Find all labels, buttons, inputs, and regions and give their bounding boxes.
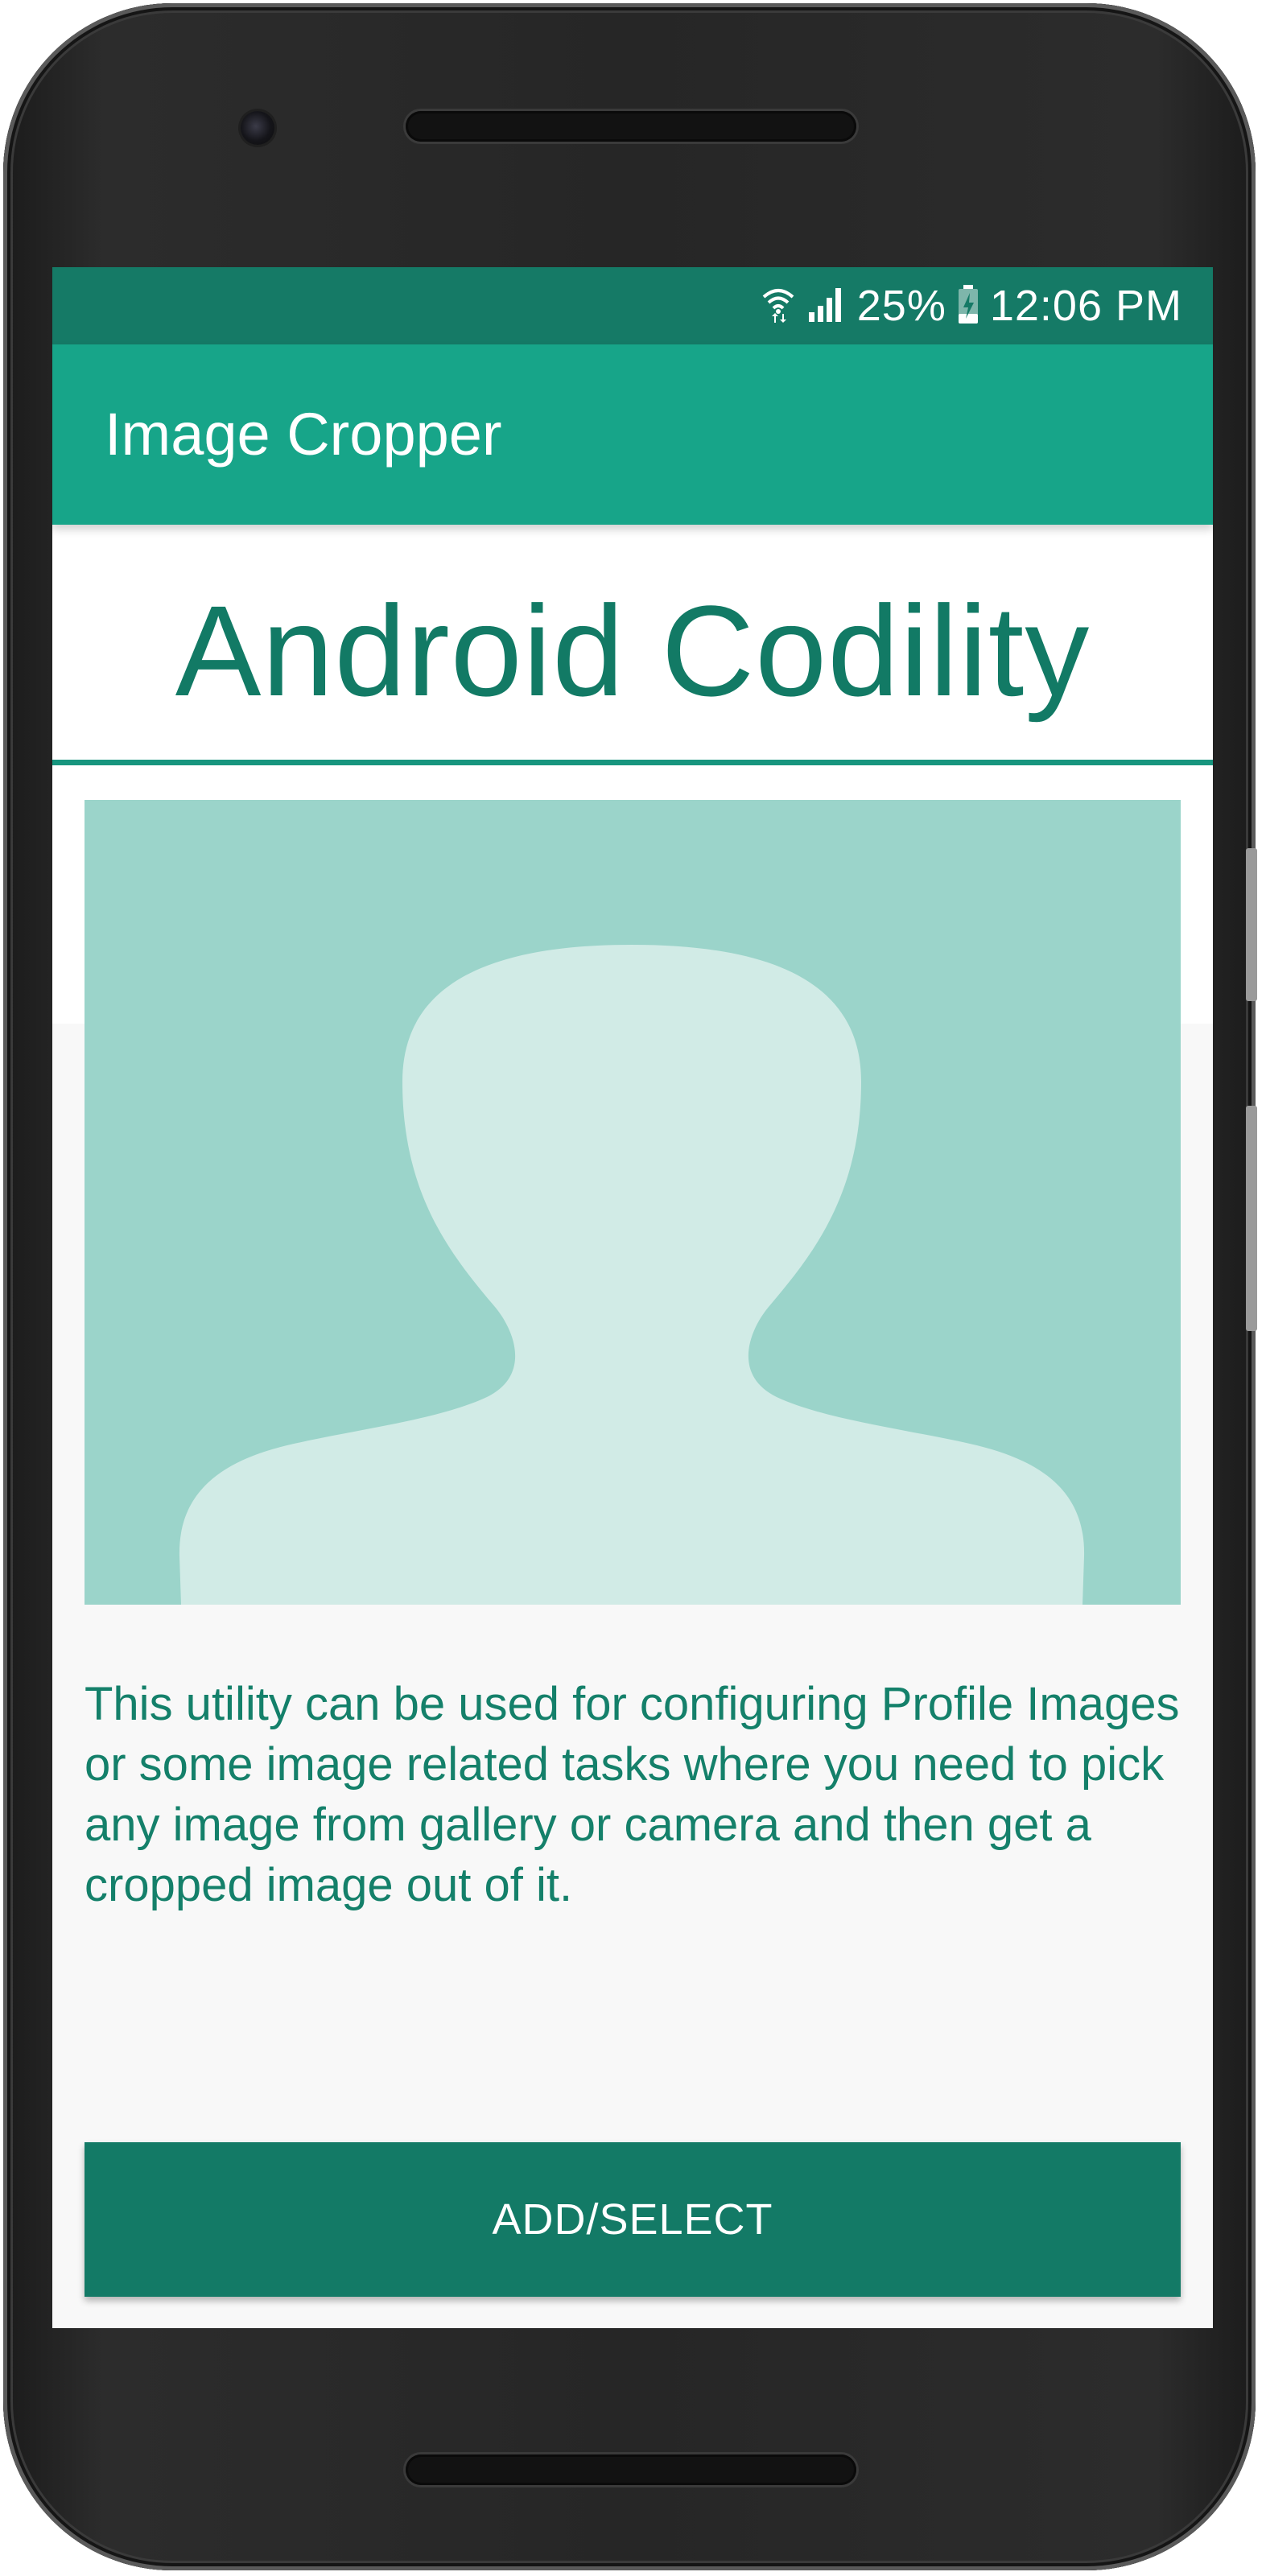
bottom-speaker <box>406 2454 856 2485</box>
signal-icon <box>806 285 847 327</box>
profile-image[interactable] <box>85 800 1181 1605</box>
profile-placeholder-icon <box>179 945 1085 1605</box>
power-button <box>1246 848 1257 1001</box>
status-bar: 25% 12:06 PM <box>52 267 1213 344</box>
app-bar: Image Cropper <box>52 344 1213 525</box>
earpiece-speaker <box>406 111 856 142</box>
volume-button <box>1246 1106 1257 1331</box>
screen: 25% 12:06 PM Image Cropper Android Codil… <box>52 267 1213 2328</box>
description-text: This utility can be used for configuring… <box>85 1678 1180 1911</box>
status-icons: 25% 12:06 PM <box>761 267 1182 344</box>
clock: 12:06 PM <box>989 282 1182 330</box>
wifi-icon <box>761 284 796 328</box>
add-select-button[interactable]: ADD/SELECT <box>85 2142 1181 2297</box>
battery-charging-icon <box>956 283 980 328</box>
phone-frame: 25% 12:06 PM Image Cropper Android Codil… <box>3 3 1257 2570</box>
front-camera <box>241 111 274 145</box>
battery-percent: 25% <box>856 282 946 330</box>
app-title: Image Cropper <box>105 401 502 468</box>
page-heading: Android Codility <box>175 579 1091 723</box>
heading-divider <box>52 760 1213 765</box>
